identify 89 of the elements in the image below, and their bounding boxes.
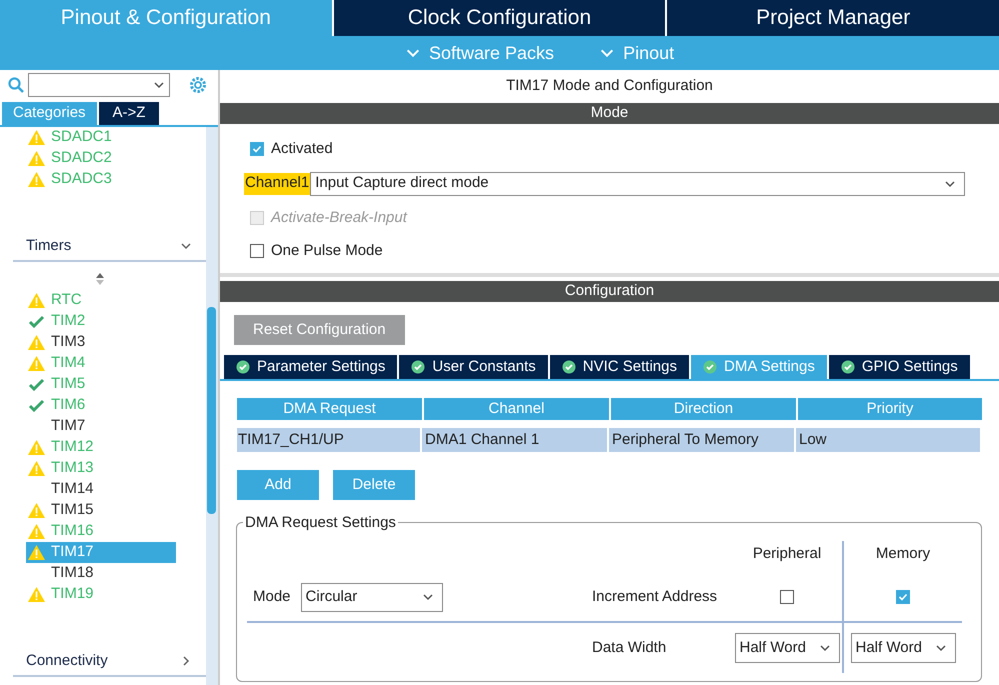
view-tab[interactable]: Categories bbox=[2, 102, 97, 125]
section-header: Mode bbox=[220, 103, 999, 124]
checkbox-label: One Pulse Mode bbox=[271, 241, 383, 261]
dropdown-field[interactable]: Input Capture direct mode bbox=[310, 172, 965, 196]
checkmark-icon bbox=[898, 592, 908, 602]
dropdown-field[interactable]: Half Word bbox=[850, 633, 956, 663]
warning-icon bbox=[28, 130, 45, 145]
table-cell: DMA1 Channel 1 bbox=[424, 428, 609, 452]
table-row[interactable]: TIM17_CH1/UP DMA1 Channel 1 Peripheral To Memory Low bbox=[237, 428, 982, 452]
peripheral-item[interactable]: SDADC3 bbox=[26, 169, 176, 190]
search-field[interactable] bbox=[28, 73, 170, 97]
checkmark-icon bbox=[28, 378, 45, 392]
checkmark-icon bbox=[28, 398, 45, 412]
table-cell: Low bbox=[798, 428, 982, 452]
panel-title: TIM17 Mode and Configuration bbox=[505, 76, 714, 96]
settings-tab[interactable]: GPIO Settings bbox=[828, 355, 970, 379]
peripheral-item[interactable]: SDADC1 bbox=[26, 127, 176, 148]
peripheral-item[interactable]: RTC bbox=[26, 290, 176, 311]
check-circle-icon bbox=[840, 360, 855, 374]
scrollbar-thumb[interactable] bbox=[207, 307, 216, 514]
check-circle-icon bbox=[411, 360, 426, 374]
checkbox[interactable] bbox=[780, 590, 794, 604]
warning-icon bbox=[28, 151, 45, 166]
action-button[interactable]: Add bbox=[237, 470, 319, 500]
settings-tab[interactable]: NVIC Settings bbox=[550, 355, 689, 379]
peripheral-item[interactable]: TIM6 bbox=[26, 395, 176, 416]
peripheral-item[interactable]: TIM17 bbox=[26, 542, 176, 563]
checkbox-label: Activate-Break-Input bbox=[271, 208, 407, 228]
view-tab[interactable]: A->Z bbox=[98, 102, 160, 125]
warning-icon bbox=[28, 335, 45, 350]
peripheral-item[interactable]: TIM7 bbox=[26, 416, 176, 437]
column-header: DMA Request bbox=[237, 398, 422, 420]
peripheral-item[interactable]: TIM2 bbox=[26, 311, 176, 332]
peripheral-item[interactable]: TIM15 bbox=[26, 500, 176, 521]
peripheral-item[interactable]: TIM12 bbox=[26, 437, 176, 458]
column-header: Channel bbox=[424, 398, 609, 420]
warning-icon bbox=[28, 356, 45, 371]
section-header: Configuration bbox=[220, 281, 999, 302]
check-circle-icon bbox=[703, 360, 717, 374]
peripheral-item[interactable]: TIM18 bbox=[26, 563, 176, 584]
checkmark-icon bbox=[252, 144, 262, 154]
checkbox[interactable] bbox=[250, 244, 264, 258]
settings-tab[interactable]: Parameter Settings bbox=[224, 355, 398, 379]
sort-arrows-icon bbox=[95, 272, 105, 286]
warning-icon bbox=[28, 293, 45, 308]
warning-icon bbox=[28, 461, 45, 476]
peripheral-item[interactable]: TIM13 bbox=[26, 458, 176, 479]
warning-icon bbox=[28, 440, 45, 455]
column-label: Peripheral bbox=[732, 541, 844, 579]
warning-icon bbox=[28, 172, 45, 187]
table-cell: TIM17_CH1/UP bbox=[237, 428, 422, 452]
peripheral-item[interactable]: TIM16 bbox=[26, 521, 176, 542]
checkbox[interactable] bbox=[250, 142, 264, 156]
warning-icon bbox=[28, 503, 45, 518]
settings-icon[interactable] bbox=[188, 75, 208, 95]
column-label: Memory bbox=[874, 544, 932, 564]
warning-icon bbox=[28, 524, 45, 539]
peripheral-item[interactable]: TIM4 bbox=[26, 353, 176, 374]
column-header: Priority bbox=[798, 398, 982, 420]
settings-tab[interactable]: DMA Settings bbox=[691, 355, 827, 379]
check-circle-icon bbox=[562, 360, 576, 374]
top-tab[interactable]: Pinout & Configuration bbox=[0, 0, 332, 36]
settings-tab[interactable]: User Constants bbox=[399, 355, 548, 379]
menu-button[interactable]: Pinout bbox=[599, 40, 674, 66]
table-cell: Peripheral To Memory bbox=[611, 428, 796, 452]
field-label: Data Width bbox=[592, 638, 666, 658]
search-icon bbox=[8, 77, 24, 93]
dropdown-field[interactable]: Circular bbox=[300, 582, 443, 612]
peripheral-item[interactable]: SDADC2 bbox=[26, 148, 176, 169]
checkbox-label: Activated bbox=[271, 139, 333, 159]
top-tab[interactable]: Clock Configuration bbox=[334, 0, 666, 36]
column-header: Direction bbox=[611, 398, 796, 420]
peripheral-item[interactable]: TIM3 bbox=[26, 332, 176, 353]
checkbox[interactable] bbox=[896, 590, 910, 604]
peripheral-item[interactable]: TIM14 bbox=[26, 479, 176, 500]
checkmark-icon bbox=[28, 314, 45, 328]
field-label: Mode bbox=[253, 586, 291, 607]
peripheral-item[interactable]: TIM5 bbox=[26, 374, 176, 395]
field-label: Increment Address bbox=[592, 586, 718, 607]
peripheral-item[interactable]: TIM19 bbox=[26, 584, 176, 605]
menu-button[interactable]: Software Packs bbox=[405, 40, 554, 66]
action-button[interactable]: Delete bbox=[333, 470, 415, 500]
reset-button[interactable]: Reset Configuration bbox=[234, 315, 405, 345]
check-circle-icon bbox=[236, 360, 250, 374]
warning-icon bbox=[28, 545, 45, 560]
top-tab[interactable]: Project Manager bbox=[667, 0, 999, 36]
dropdown-field[interactable]: Half Word bbox=[734, 633, 840, 663]
warning-icon bbox=[28, 587, 45, 602]
field-label: Channel1 bbox=[244, 172, 310, 194]
